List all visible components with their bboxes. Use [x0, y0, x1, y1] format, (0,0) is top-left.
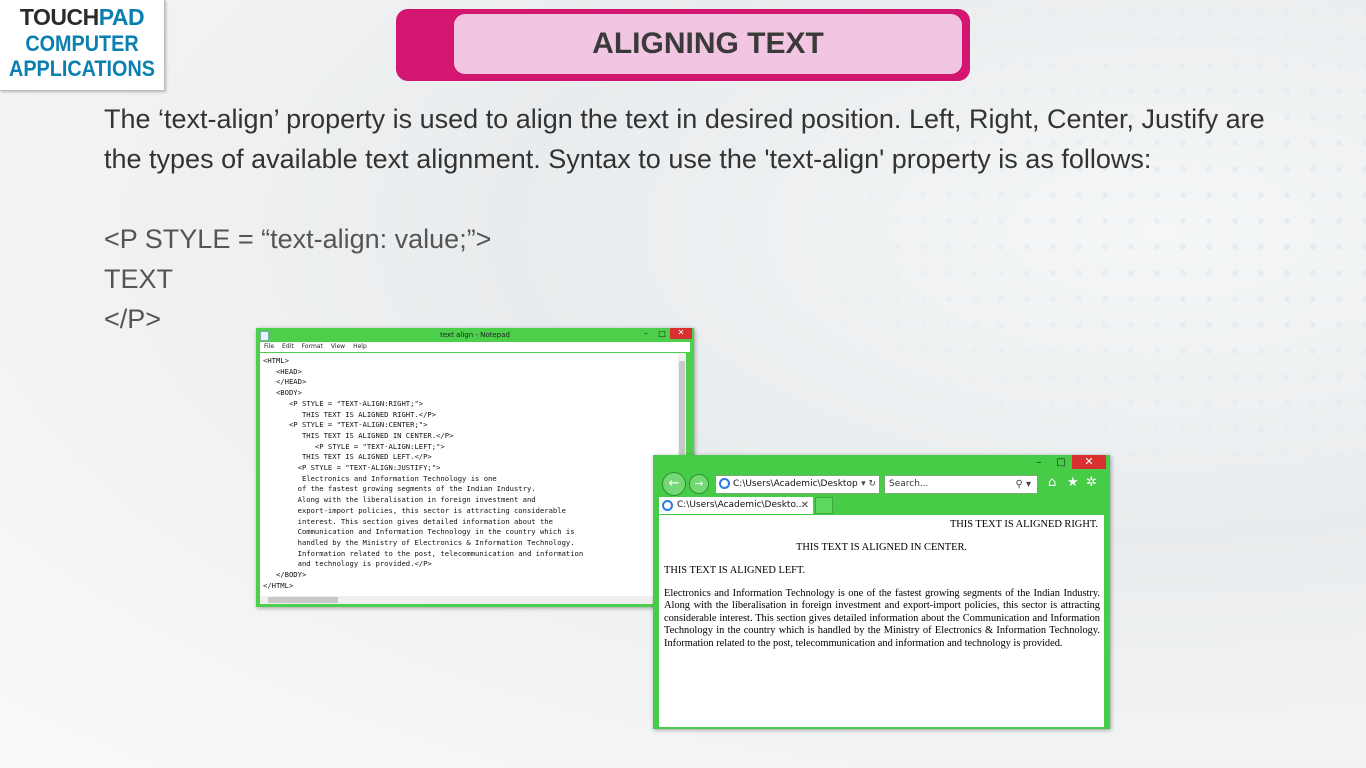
notepad-code[interactable]: <HTML> <HEAD> </HEAD> <BODY> <P STYLE = … — [260, 353, 686, 591]
new-tab-button[interactable] — [815, 497, 833, 514]
refresh-icon[interactable]: ▾ ↻ — [859, 476, 876, 493]
gear-icon[interactable]: ✲ — [1086, 475, 1097, 490]
notepad-maximize-button[interactable]: □ — [656, 329, 668, 339]
browser-tab-active[interactable]: C:\Users\Academic\Deskto... ✕ — [659, 497, 813, 514]
description-text: The ‘text-align’ property is used to ali… — [104, 104, 1265, 174]
search-input[interactable]: Search... ⚲ ▾ — [884, 475, 1038, 494]
logo-brand: TOUCHPAD — [0, 4, 164, 31]
search-icon[interactable]: ⚲ ▾ — [1015, 476, 1031, 493]
syntax-line-3: </P> — [104, 304, 162, 334]
browser-minimize-button[interactable]: – — [1028, 456, 1050, 470]
logo-line2: APPLICATIONS — [9, 56, 155, 81]
page-icon — [719, 478, 730, 489]
touchpad-logo: TOUCHPAD COMPUTER APPLICATIONS — [0, 0, 165, 91]
logo-brand-pad: PAD — [98, 4, 145, 30]
browser-maximize-button[interactable]: □ — [1050, 456, 1072, 470]
justified-paragraph: Electronics and Information Technology i… — [664, 588, 1100, 649]
slide-title: ALIGNING TEXT — [454, 14, 962, 74]
notepad-title: text align - Notepad — [440, 331, 510, 339]
forward-arrow-icon[interactable]: → — [689, 474, 709, 494]
logo-brand-uch: UCH — [50, 4, 99, 30]
home-icon[interactable]: ⌂ — [1048, 475, 1056, 490]
notepad-horizontal-scroll-thumb[interactable] — [268, 597, 338, 603]
back-arrow-icon[interactable]: ← — [662, 472, 686, 496]
syntax-line-2: TEXT — [104, 264, 174, 294]
menu-edit[interactable]: Edit — [282, 343, 294, 350]
aligned-right-text: THIS TEXT IS ALIGNED RIGHT. — [949, 519, 1098, 530]
notepad-window[interactable]: text align - Notepad – □ ✕ File Edit Forma… — [256, 328, 694, 607]
tab-title: C:\Users\Academic\Deskto... — [677, 500, 805, 510]
logo-brand-o: O — [33, 4, 51, 30]
syntax-line-1: <P STYLE = “text-align: value;”> — [104, 224, 492, 254]
tab-close-icon[interactable]: ✕ — [801, 497, 809, 514]
logo-line1: COMPUTER — [25, 31, 139, 56]
aligned-center-text: THIS TEXT IS ALIGNED IN CENTER. — [795, 542, 968, 553]
menu-help[interactable]: Help — [353, 343, 367, 350]
notepad-close-button[interactable]: ✕ — [670, 328, 692, 339]
browser-close-button[interactable]: ✕ — [1072, 455, 1106, 469]
notepad-editor[interactable]: <HTML> <HEAD> </HEAD> <BODY> <P STYLE = … — [260, 353, 686, 596]
notepad-minimize-button[interactable]: – — [640, 329, 652, 339]
notepad-menubar: File Edit Format View Help — [260, 342, 690, 352]
slide-title-frame: ALIGNING TEXT — [396, 9, 970, 81]
search-placeholder: Search... — [889, 479, 929, 489]
browser-window[interactable]: – □ ✕ ← → C:\Users\Academic\Desktop ▾ ↻ … — [653, 455, 1110, 729]
address-text: C:\Users\Academic\Desktop — [733, 479, 858, 489]
logo-brand-t: T — [19, 4, 34, 30]
address-bar[interactable]: C:\Users\Academic\Desktop ▾ ↻ — [715, 475, 880, 494]
notepad-horizontal-scrollbar[interactable] — [260, 596, 686, 604]
aligned-left-text: THIS TEXT IS ALIGNED LEFT. — [664, 565, 806, 576]
tab-ie-icon — [662, 500, 673, 511]
favorites-star-icon[interactable]: ★ — [1067, 475, 1079, 490]
menu-format[interactable]: Format — [302, 343, 323, 350]
menu-view[interactable]: View — [331, 343, 345, 350]
browser-page-content: THIS TEXT IS ALIGNED RIGHT. THIS TEXT IS… — [659, 515, 1104, 727]
notepad-vertical-scroll-thumb[interactable] — [679, 361, 685, 461]
menu-file[interactable]: File — [264, 343, 274, 350]
